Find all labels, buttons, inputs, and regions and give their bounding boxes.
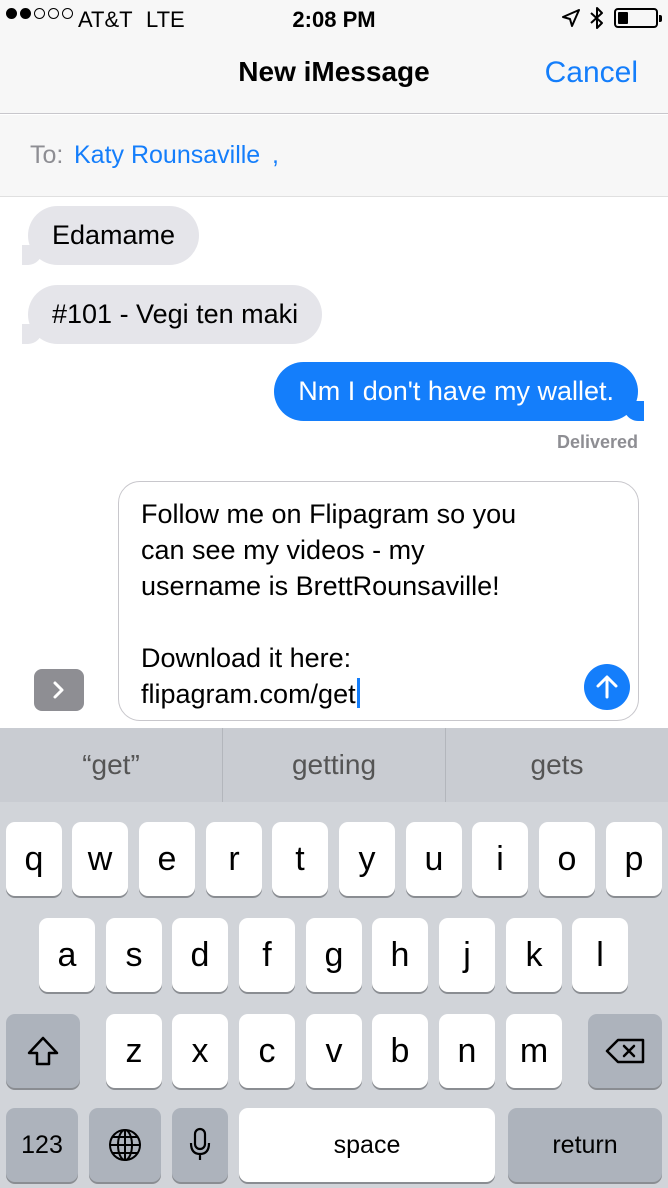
key-k[interactable]: k — [506, 918, 562, 992]
key-h[interactable]: h — [372, 918, 428, 992]
text-cursor — [356, 678, 360, 708]
outgoing-message-bubble[interactable]: Nm I don't have my wallet. — [274, 362, 644, 421]
key-d[interactable]: d — [172, 918, 228, 992]
suggestion-item[interactable]: gets — [446, 728, 668, 802]
chevron-right-icon — [53, 681, 64, 699]
recipient-name[interactable]: Katy Rounsaville — [74, 141, 260, 170]
location-arrow-icon — [562, 9, 580, 27]
key-i[interactable]: i — [472, 822, 528, 896]
recipient-field[interactable]: To: Katy Rounsaville , — [0, 115, 668, 197]
imessage-screen: New iMessage Cancel AT&T LTE 2:08 PM To:… — [0, 0, 668, 1188]
message-line: Follow me on Flipagram so you — [141, 499, 517, 529]
key-v[interactable]: v — [306, 1014, 362, 1088]
message-line: flipagram.com/get — [141, 679, 356, 709]
message-line — [141, 604, 581, 640]
key-y[interactable]: y — [339, 822, 395, 896]
key-m[interactable]: m — [506, 1014, 562, 1088]
key-r[interactable]: r — [206, 822, 262, 896]
predictive-bar: “get” getting gets — [0, 728, 668, 802]
delete-key[interactable] — [588, 1014, 662, 1088]
message-line: Download it here: — [141, 643, 352, 673]
bluetooth-icon — [590, 7, 603, 29]
backspace-icon — [605, 1038, 645, 1064]
globe-key[interactable] — [89, 1108, 161, 1182]
status-bar: AT&T LTE 2:08 PM — [0, 0, 668, 38]
to-label: To: — [30, 141, 64, 169]
key-u[interactable]: u — [406, 822, 462, 896]
message-text[interactable]: Follow me on Flipagram so you can see my… — [141, 496, 581, 712]
key-l[interactable]: l — [572, 918, 628, 992]
key-n[interactable]: n — [439, 1014, 495, 1088]
key-o[interactable]: o — [539, 822, 595, 896]
incoming-message-bubble[interactable]: Edamame — [21, 206, 200, 265]
cancel-button[interactable]: Cancel — [545, 56, 638, 90]
send-button[interactable] — [584, 664, 630, 710]
message-line: can see my videos - my — [141, 535, 425, 565]
globe-icon — [109, 1129, 141, 1161]
battery-icon — [614, 8, 662, 28]
dictation-key[interactable] — [172, 1108, 228, 1182]
delivery-status: Delivered — [556, 432, 638, 452]
key-w[interactable]: w — [72, 822, 128, 896]
microphone-icon — [189, 1127, 211, 1160]
key-f[interactable]: f — [239, 918, 295, 992]
key-c[interactable]: c — [239, 1014, 295, 1088]
message-line: username is BrettRounsaville! — [141, 571, 500, 601]
shift-arrow-icon — [27, 1036, 59, 1066]
key-t[interactable]: t — [272, 822, 328, 896]
shift-key[interactable] — [6, 1014, 80, 1088]
incoming-message-bubble[interactable]: #101 - Vegi ten maki — [21, 285, 323, 344]
key-j[interactable]: j — [439, 918, 495, 992]
key-g[interactable]: g — [306, 918, 362, 992]
key-x[interactable]: x — [172, 1014, 228, 1088]
key-s[interactable]: s — [106, 918, 162, 992]
key-q[interactable]: q — [6, 822, 62, 896]
key-a[interactable]: a — [39, 918, 95, 992]
suggestion-item[interactable]: “get” — [0, 728, 222, 802]
arrow-up-icon — [596, 675, 618, 699]
key-p[interactable]: p — [606, 822, 662, 896]
keyboard: “get” getting gets q w e r t y u i o p a… — [0, 728, 668, 1188]
key-b[interactable]: b — [372, 1014, 428, 1088]
numbers-key[interactable]: 123 — [6, 1108, 78, 1182]
recipient-separator: , — [272, 141, 279, 169]
message-input[interactable]: Follow me on Flipagram so you can see my… — [118, 481, 639, 721]
suggestion-item[interactable]: getting — [223, 728, 445, 802]
return-key[interactable]: return — [508, 1108, 662, 1182]
key-e[interactable]: e — [139, 822, 195, 896]
expand-apps-button[interactable] — [34, 669, 84, 711]
key-z[interactable]: z — [106, 1014, 162, 1088]
space-key[interactable]: space — [239, 1108, 495, 1182]
